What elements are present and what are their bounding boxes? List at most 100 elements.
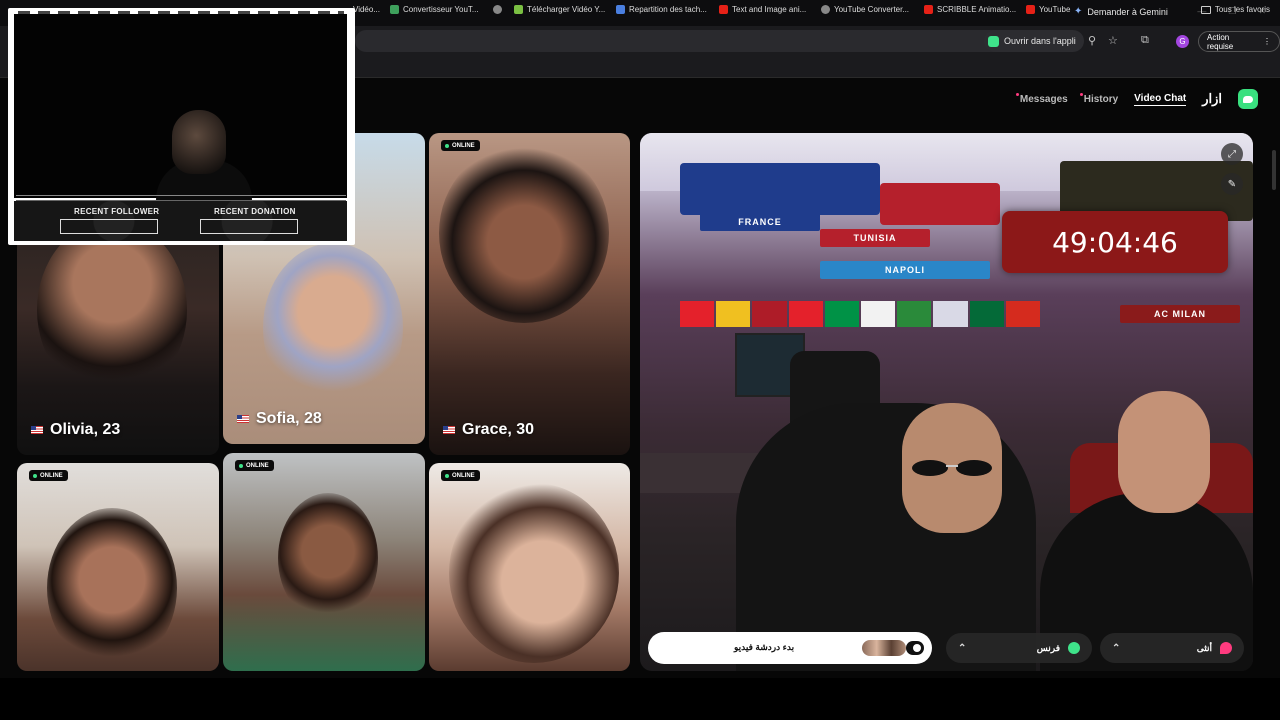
profile-name: Grace, 30: [462, 421, 535, 438]
nav-video-chat[interactable]: Video Chat: [1134, 93, 1187, 106]
gender-filter[interactable]: ⌃ أنثى: [1100, 633, 1244, 663]
guest-head: [1118, 391, 1210, 513]
recent-follower-box: [60, 219, 158, 234]
video-chat-stream[interactable]: FRANCE TUNISIA NAPOLI AC MILAN 49:04:46 …: [640, 133, 1253, 671]
globe-icon: [1068, 642, 1080, 654]
bookmark-label: Vidéo...: [353, 5, 380, 14]
profile-photo: [37, 230, 187, 400]
open-app-label: Ouvrir dans l'appli: [1004, 36, 1076, 46]
profile-photo: [449, 483, 619, 663]
bookmark-item[interactable]: Convertisseur YouT...: [390, 5, 479, 14]
online-dot-icon: [445, 143, 449, 148]
us-flag-icon: [31, 426, 43, 434]
bookmark-item[interactable]: Télécharger Vidéo Y...: [514, 5, 605, 14]
gemini-label: Demander à Gemini: [1087, 6, 1168, 17]
profile-caption: Grace, 30: [443, 421, 534, 439]
us-flag-icon: [237, 415, 249, 423]
online-badge: ONLINE: [441, 470, 480, 481]
app-icon: [988, 35, 999, 47]
globe-icon: [821, 5, 830, 14]
chevron-up-icon: ⌃: [958, 642, 967, 654]
profile-photo: [263, 243, 403, 413]
bookmark-label: Text and Image ani...: [732, 5, 807, 14]
profile-tile[interactable]: ONLINE: [429, 463, 630, 671]
us-flag-icon: [443, 426, 455, 434]
bookmark-label: SCRIBBLE Animatio...: [937, 5, 1017, 14]
bookmark-item[interactable]: Vidéo...: [353, 5, 380, 14]
bookmark-item[interactable]: [493, 5, 502, 14]
banner-napoli: NAPOLI: [820, 261, 990, 279]
action-required-button[interactable]: Action requise ⋮: [1198, 31, 1280, 52]
profile-tile[interactable]: ONLINE: [17, 463, 219, 671]
screen: ✦ Demander à Gemini — ❐ ✕ Ouvrir dans l'…: [0, 0, 1280, 720]
online-dot-icon: [33, 473, 37, 478]
bookmark-label: Convertisseur YouT...: [403, 5, 479, 14]
banner-ac-milan: AC MILAN: [1120, 305, 1240, 323]
bookmark-item[interactable]: Repartition des tach...: [616, 5, 707, 14]
jersey-decoration: [880, 183, 1000, 225]
profile-tile[interactable]: Olivia, 23: [17, 230, 219, 455]
scrollbar[interactable]: [1272, 150, 1276, 190]
webcam-feed: [14, 14, 347, 212]
brand-name[interactable]: ازار: [1202, 91, 1222, 107]
youtube-icon: [924, 5, 933, 14]
profile-name: Olivia, 23: [50, 421, 121, 438]
all-bookmarks-button[interactable]: Tous les favoris: [1200, 5, 1270, 14]
zoom-icon[interactable]: ⚲: [1088, 34, 1096, 47]
online-label: ONLINE: [40, 472, 63, 479]
open-in-app-button[interactable]: Ouvrir dans l'appli: [984, 30, 1084, 52]
jersey-decoration: [680, 163, 880, 215]
online-label: ONLINE: [452, 142, 475, 149]
site-nav: Messages History Video Chat ازار: [1015, 89, 1258, 109]
star-icon[interactable]: ☆: [1108, 34, 1118, 47]
bookmark-label: Télécharger Vidéo Y...: [527, 5, 606, 14]
stream-timer: 49:04:46: [1002, 211, 1228, 273]
online-badge: ONLINE: [29, 470, 68, 481]
user-thumbnails: [862, 640, 906, 656]
banner-france: FRANCE: [700, 213, 820, 231]
tools-icon[interactable]: ✎: [1221, 173, 1243, 195]
bookmark-item[interactable]: YouTube: [1026, 5, 1070, 14]
flags-garland: [680, 301, 1041, 327]
extensions-icon[interactable]: ⧉: [1141, 34, 1149, 47]
bookmark-item[interactable]: YouTube Converter...: [821, 5, 909, 14]
banner-tunisia: TUNISIA: [820, 229, 930, 247]
gemini-button[interactable]: ✦ Demander à Gemini: [1074, 6, 1168, 17]
youtube-icon: [719, 5, 728, 14]
online-label: ONLINE: [246, 462, 269, 469]
location-pin-icon: [1220, 642, 1232, 654]
country-filter[interactable]: ⌃ فرنس: [946, 633, 1092, 663]
bookmark-label: Repartition des tach...: [629, 5, 707, 14]
more-icon: ⋮: [1263, 37, 1271, 46]
sunglasses-icon: [912, 460, 992, 476]
bookmark-item[interactable]: Text and Image ani...: [719, 5, 806, 14]
convert-icon: [390, 5, 399, 14]
profile-tile[interactable]: ONLINE: [223, 453, 425, 671]
brand-logo-icon[interactable]: [1238, 89, 1258, 109]
chevron-up-icon: ⌃: [1112, 642, 1121, 654]
country-filter-label: فرنس: [1036, 642, 1060, 653]
address-bar[interactable]: [355, 30, 1080, 52]
action-required-label: Action requise: [1207, 32, 1234, 51]
gender-filter-label: أنثى: [1196, 642, 1212, 653]
profile-avatar[interactable]: G: [1176, 35, 1189, 48]
bottom-frame: [0, 678, 1280, 720]
nav-history[interactable]: History: [1079, 92, 1118, 105]
profile-tile[interactable]: ONLINE Grace, 30: [429, 133, 630, 455]
online-dot-icon: [445, 473, 449, 478]
bookmark-label: YouTube: [1039, 5, 1071, 14]
bookmark-item[interactable]: SCRIBBLE Animatio...: [924, 5, 1016, 14]
online-badge: ONLINE: [441, 140, 480, 151]
fullscreen-icon[interactable]: ⤢: [1221, 143, 1243, 165]
globe-icon: [493, 5, 502, 14]
profile-caption: Sofia, 28: [237, 410, 322, 428]
sparkle-icon: ✦: [1074, 6, 1083, 17]
youtube-icon: [1026, 5, 1035, 14]
profile-photo: [439, 143, 609, 323]
profile-caption: Olivia, 23: [31, 421, 120, 439]
toggle-icon[interactable]: [906, 641, 924, 655]
profile-photo: [47, 508, 177, 668]
online-label: ONLINE: [452, 472, 475, 479]
nav-messages[interactable]: Messages: [1015, 92, 1068, 105]
folder-icon: [1200, 5, 1211, 14]
